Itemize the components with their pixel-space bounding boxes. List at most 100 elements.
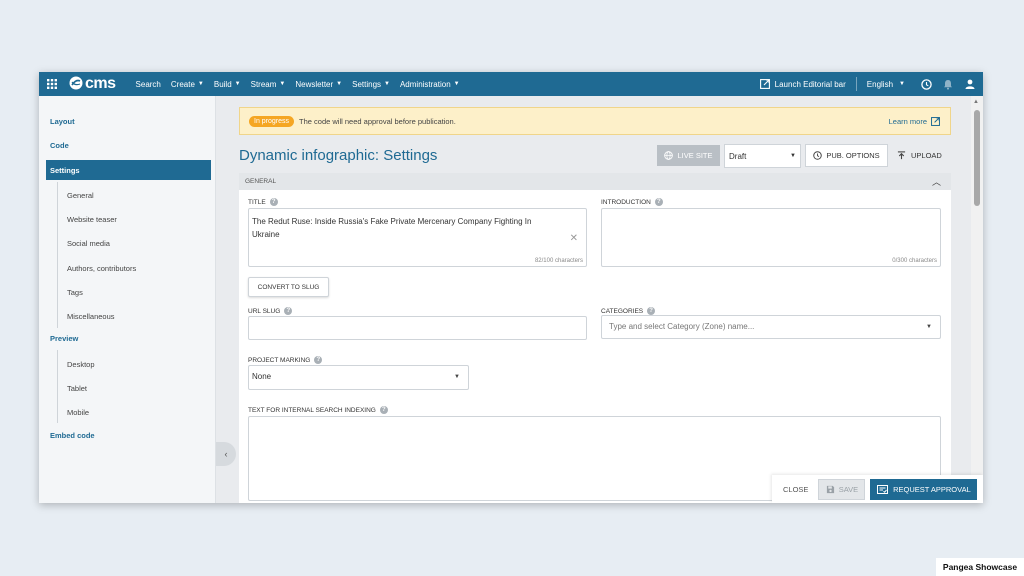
launch-editorial-bar-button[interactable]: Launch Editorial bar [759,79,846,89]
clock-icon [813,151,823,160]
sidebar-subitem-mobile[interactable]: Mobile [67,408,89,417]
approval-alert: In progress The code will need approval … [239,107,951,135]
categories-label: CATEGORIES? [601,307,656,315]
main-scrollbar[interactable]: ▲ [971,96,983,503]
live-site-button[interactable]: LIVE SITE [657,145,720,166]
save-label: SAVE [838,484,859,494]
url-slug-input[interactable] [248,316,587,340]
sidebar-subitem-general[interactable]: General [67,191,94,200]
request-approval-button[interactable]: REQUEST APPROVAL [870,478,978,500]
url-slug-label: URL SLUG? [248,307,293,315]
nav-create[interactable]: Create ▼ [171,80,204,89]
caret-down-icon: ▼ [336,81,343,87]
top-right-actions: Launch Editorial bar English ▼ [759,72,983,96]
sidebar-subitem-desktop[interactable]: Desktop [67,360,95,369]
nav-label: Settings [352,79,382,89]
apps-grid-icon[interactable] [41,79,63,89]
nav-label: Create [170,79,195,89]
clear-icon[interactable]: ✕ [570,233,578,244]
top-nav-bar: cms Search Create ▼ Build ▼ Stream ▼ Newsle… [39,72,983,96]
action-footer: CLOSE SAVE REQUEST APPROVAL [772,475,983,503]
sidebar-item-preview[interactable]: Preview [50,334,78,343]
language-selector[interactable]: English ▼ [867,80,905,89]
clock-icon[interactable] [915,78,937,90]
label-text: URL SLUG [248,307,281,315]
help-icon[interactable]: ? [269,198,278,206]
sidebar-subitem-website-teaser[interactable]: Website teaser [67,215,117,224]
chevron-up-icon[interactable]: ︿ [932,175,941,188]
submenu-line [57,350,58,423]
user-icon[interactable] [959,79,981,89]
learn-more-link[interactable]: Learn more [889,117,940,126]
categories-placeholder: Type and select Category (Zone) name... [609,322,755,331]
introduction-label: INTRODUCTION? [601,198,663,206]
nav-newsletter[interactable]: Newsletter ▼ [295,80,342,89]
sidebar-subitem-tags[interactable]: Tags [67,288,83,297]
nav-label: Build [213,79,232,89]
sidebar-item-code[interactable]: Code [50,141,69,150]
sidebar-subitem-tablet[interactable]: Tablet [67,384,87,393]
caret-down-icon: ▼ [790,153,796,159]
external-link-icon [931,116,940,126]
title-input[interactable]: The Redut Ruse: Inside Russia's Fake Pri… [248,208,587,267]
caret-down-icon: ▼ [279,81,286,87]
sidebar-subitem-authors[interactable]: Authors, contributors [67,264,136,273]
external-link-icon [759,79,770,89]
nav-stream[interactable]: Stream ▼ [251,80,286,89]
nav-label: Newsletter [295,79,334,89]
title-label: TITLE? [248,198,278,206]
help-icon[interactable]: ? [654,198,663,206]
search-indexing-label: TEXT FOR INTERNAL SEARCH INDEXING? [248,406,388,414]
scrollbar-thumb[interactable] [974,110,980,206]
caret-down-icon: ▼ [453,81,460,87]
sidebar: Layout Code Settings General Website tea… [39,96,216,503]
chevron-left-icon: ‹ [224,449,228,459]
nav-settings[interactable]: Settings ▼ [352,80,390,89]
sidebar-item-settings[interactable]: Settings [46,160,211,180]
introduction-counter: 0/300 characters [892,258,937,264]
nav-label: Stream [250,79,277,89]
save-icon [826,485,834,493]
status-value: Draft [729,151,747,161]
caret-down-icon: ▼ [899,81,905,87]
help-icon[interactable]: ? [379,406,388,414]
label-text: INTRODUCTION [601,198,651,206]
divider [855,77,857,91]
sidebar-subitem-social-media[interactable]: Social media [67,239,110,248]
title-counter: 82/100 characters [534,258,583,264]
general-panel-header[interactable]: GENERAL ︿ [239,173,951,190]
status-select[interactable]: Draft ▼ [724,144,801,168]
convert-to-slug-button[interactable]: CONVERT TO SLUG [248,277,329,297]
project-marking-value: None [252,372,272,381]
close-button[interactable]: CLOSE [783,485,808,494]
caret-down-icon: ▼ [384,81,390,87]
categories-select[interactable]: Type and select Category (Zone) name... … [601,315,941,339]
introduction-input[interactable]: 0/300 characters [601,208,941,267]
nav-build[interactable]: Build ▼ [214,80,241,89]
sidebar-subitem-miscellaneous[interactable]: Miscellaneous [67,312,115,321]
caret-down-icon: ▼ [454,374,460,380]
cms-logo[interactable]: cms [69,75,116,93]
request-approval-label: REQUEST APPROVAL [893,484,971,494]
upload-button[interactable]: UPLOAD [897,145,942,166]
scroll-up-icon[interactable]: ▲ [973,99,979,105]
help-icon[interactable]: ? [647,307,656,315]
upload-icon [897,151,906,160]
project-marking-select[interactable]: None ▼ [248,365,469,390]
nav-administration[interactable]: Administration ▼ [400,80,460,89]
page-title: Dynamic infographic: Settings [239,147,438,164]
collapse-sidebar-button[interactable]: ‹ [216,442,236,466]
general-panel: GENERAL ︿ TITLE? The Redut Ruse: Inside … [239,173,951,503]
launch-label: Launch Editorial bar [774,79,846,89]
bell-icon[interactable] [937,79,959,90]
help-icon[interactable]: ? [314,356,323,364]
alert-message: The code will need approval before publi… [299,116,456,126]
pub-options-button[interactable]: PUB. OPTIONS [805,144,888,167]
main-content: In progress The code will need approval … [237,96,971,503]
help-icon[interactable]: ? [284,307,293,315]
sidebar-item-embed-code[interactable]: Embed code [50,431,95,440]
nav-search[interactable]: Search [136,80,161,89]
sidebar-item-layout[interactable]: Layout [50,117,75,126]
language-label: English [866,79,894,89]
save-button[interactable]: SAVE [818,478,866,500]
